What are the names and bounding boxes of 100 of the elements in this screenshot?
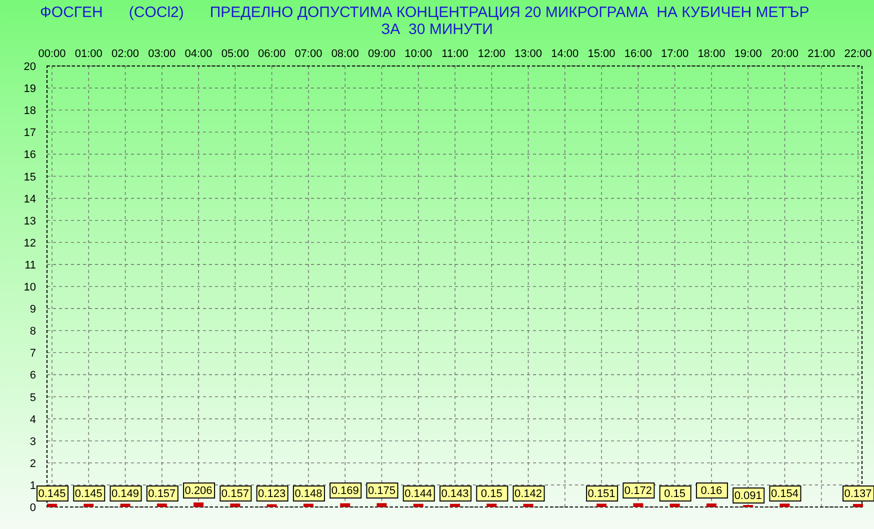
bar [523, 504, 534, 507]
data-label: 0.206 [184, 485, 212, 497]
tick-label: 09:00 [368, 48, 396, 60]
tick-label: 02:00 [112, 48, 140, 60]
tick-label: 17 [24, 127, 36, 140]
value-label: 0.123 [256, 486, 288, 502]
value-label: 0.157 [146, 486, 178, 502]
tick-label: 2 [30, 458, 36, 470]
tick-label: 7 [30, 348, 36, 360]
bar [376, 503, 387, 507]
tick-label: 13 [24, 215, 36, 228]
tick-label: 20:00 [770, 48, 798, 60]
bar [780, 504, 790, 507]
chart-subtitle: ЗА 30 МИНУТИ [381, 21, 493, 38]
tick-label: 6 [30, 370, 36, 382]
bar [596, 504, 607, 507]
data-label: 0.151 [588, 488, 616, 500]
data-label: 0.172 [624, 485, 652, 497]
value-label: 0.15 [659, 486, 692, 502]
tick-label: 1 [30, 480, 36, 492]
value-label: 0.151 [586, 486, 618, 502]
bar [84, 504, 94, 507]
tick-label: 16:00 [624, 48, 652, 60]
tick-label: 05:00 [221, 48, 249, 60]
tick-label: 07:00 [294, 48, 322, 60]
bar [413, 504, 424, 507]
value-label: 0.175 [366, 482, 398, 498]
data-label: 0.175 [368, 485, 396, 497]
value-label: 0.145 [36, 486, 68, 502]
chart-title: ПРЕДЕЛНО ДОПУСТИМА КОНЦЕНТРАЦИЯ 20 МИКРОГРАМА НА КУБИЧЕН МЕТЪР [210, 4, 810, 21]
value-label: 0.154 [769, 486, 802, 502]
tick-label: 04:00 [184, 48, 212, 60]
bar [230, 504, 240, 507]
bar [303, 504, 314, 507]
tick-label: 01:00 [74, 48, 102, 60]
tick-label: 20 [24, 61, 36, 73]
bar [450, 504, 460, 507]
data-label: 0.145 [74, 488, 102, 500]
tick-label: 21:00 [808, 48, 836, 60]
value-label: 0.15 [476, 486, 508, 502]
value-label: 0.144 [402, 486, 435, 502]
tick-label: 11 [24, 259, 36, 272]
tick-label: 15:00 [588, 48, 616, 60]
bar [853, 504, 863, 507]
tick-label: 19:00 [734, 48, 762, 60]
tick-label: 9 [30, 304, 36, 316]
tick-label: 15 [24, 171, 36, 184]
tick-label: 06:00 [258, 48, 286, 60]
bar [633, 503, 644, 507]
bar [706, 503, 716, 507]
value-label: 0.145 [73, 486, 106, 502]
tick-label: 5 [30, 392, 36, 404]
tick-label: 10 [24, 282, 36, 294]
tick-label: 4 [30, 414, 36, 426]
data-label: 0.16 [700, 485, 722, 497]
tick-label: 11:00 [442, 48, 468, 60]
tick-label: 18 [24, 105, 36, 118]
tick-label: 13:00 [514, 48, 542, 60]
tick-label: 3 [30, 436, 36, 448]
value-label: 0.148 [292, 486, 325, 502]
value-label: 0.091 [732, 488, 765, 504]
data-label: 0.091 [734, 490, 762, 502]
bar [340, 503, 350, 507]
tick-label: 8 [30, 326, 36, 338]
bar [486, 504, 497, 507]
data-label: 0.15 [664, 488, 686, 500]
tick-label: 0 [30, 502, 36, 514]
tick-label: 19 [24, 83, 36, 96]
tick-label: 14:00 [551, 48, 579, 60]
data-label: 0.154 [770, 488, 798, 500]
tick-label: 17:00 [661, 48, 689, 60]
bar [266, 504, 277, 507]
tick-label: 12:00 [478, 48, 506, 60]
tick-label: 18:00 [698, 48, 726, 60]
value-label: 0.143 [440, 486, 472, 502]
value-label: 0.172 [622, 482, 655, 498]
bar [156, 504, 167, 507]
bar [194, 502, 204, 507]
value-label: 0.142 [512, 486, 545, 502]
data-label: 0.15 [480, 488, 502, 500]
tick-label: 14 [24, 193, 36, 206]
bar [120, 504, 130, 507]
tick-label: 10:00 [404, 48, 432, 60]
value-label: 0.169 [330, 482, 362, 498]
tick-label: 16 [24, 149, 36, 162]
bar [670, 504, 680, 507]
value-label: 0.206 [183, 482, 216, 498]
data-label: 0.157 [221, 488, 249, 500]
tick-label: 12 [24, 237, 36, 250]
value-label: 0.157 [220, 486, 252, 502]
tick-label: 03:00 [148, 48, 176, 60]
tick-label: 22:00 [844, 48, 872, 60]
bar [47, 504, 57, 507]
tick-label: 08:00 [331, 48, 359, 60]
chart-title: ФОСГЕН [40, 4, 103, 21]
value-label: 0.16 [696, 482, 728, 498]
chart-title: (COCl2) [128, 4, 184, 21]
data-label: 0.169 [331, 485, 359, 497]
tick-label: 00:00 [38, 48, 66, 60]
value-label: 0.137 [842, 486, 874, 502]
